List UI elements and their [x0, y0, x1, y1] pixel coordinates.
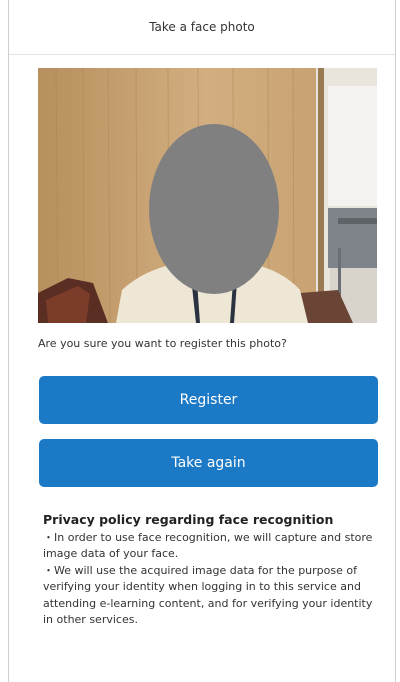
privacy-policy-title: Privacy policy regarding face recognitio… — [43, 512, 334, 527]
take-again-button[interactable]: Take again — [39, 439, 378, 487]
face-mask-shape — [149, 124, 279, 294]
privacy-policy: Privacy policy regarding face recognitio… — [43, 512, 375, 629]
privacy-policy-item: ・We will use the acquired image data for… — [43, 563, 373, 627]
dialog-header: Take a face photo — [9, 0, 395, 55]
privacy-policy-item: ・In order to use face recognition, we wi… — [43, 530, 373, 561]
face-photo-dialog: Take a face photo Are you sure you want … — [8, 0, 396, 682]
take-again-button-label: Take again — [171, 455, 246, 471]
register-button-label: Register — [179, 392, 238, 408]
register-button[interactable]: Register — [39, 376, 378, 424]
captured-face-photo — [38, 68, 377, 323]
confirm-question: Are you sure you want to register this p… — [38, 337, 287, 350]
photo-image — [38, 68, 377, 323]
page-title: Take a face photo — [149, 20, 255, 34]
